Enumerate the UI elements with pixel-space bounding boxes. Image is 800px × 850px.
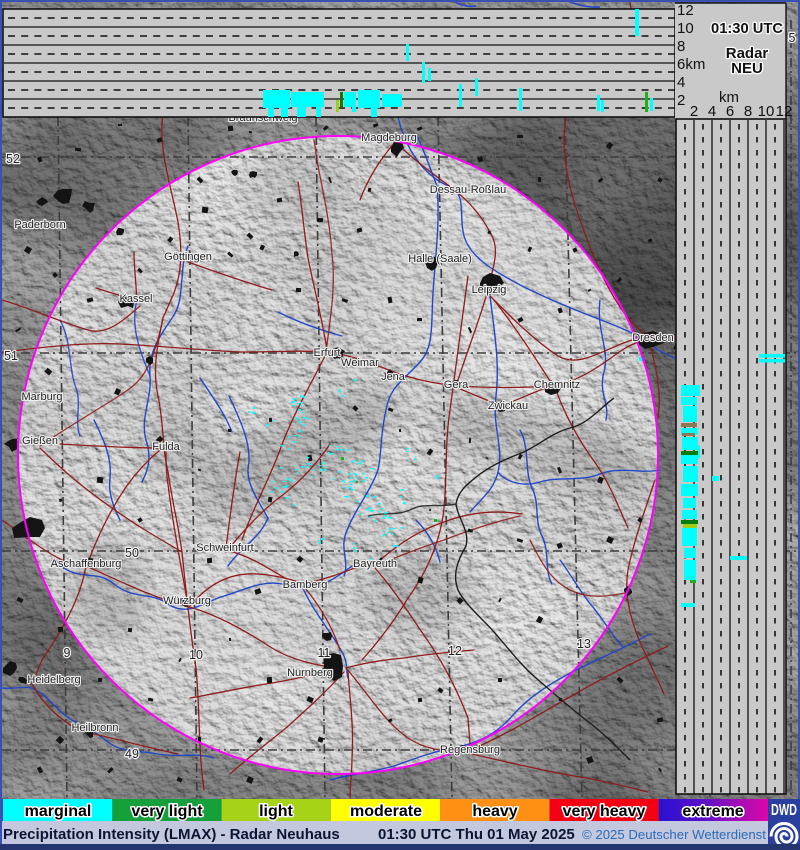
svg-text:marginal: marginal <box>25 803 92 820</box>
svg-text:very light: very light <box>131 803 203 820</box>
svg-text:01:30 UTC Thu 01 May 2025: 01:30 UTC Thu 01 May 2025 <box>378 826 575 843</box>
svg-text:Marburg: Marburg <box>22 391 63 403</box>
svg-text:11: 11 <box>318 646 331 660</box>
svg-text:10: 10 <box>758 103 775 120</box>
svg-text:Dresden: Dresden <box>632 332 674 344</box>
svg-text:Würzburg: Würzburg <box>163 595 211 607</box>
svg-text:12: 12 <box>677 2 694 19</box>
svg-text:Heidelberg: Heidelberg <box>27 674 80 686</box>
svg-text:6: 6 <box>726 103 734 120</box>
svg-text:Fulda: Fulda <box>152 441 180 453</box>
svg-text:Chemnitz: Chemnitz <box>534 379 580 391</box>
svg-text:50: 50 <box>125 546 139 560</box>
svg-text:heavy: heavy <box>472 803 517 820</box>
svg-text:© 2025 Deutscher Wetterdienst: © 2025 Deutscher Wetterdienst <box>582 827 766 842</box>
svg-text:12: 12 <box>776 103 793 120</box>
svg-text:4: 4 <box>677 74 685 91</box>
svg-text:5: 5 <box>789 31 796 45</box>
svg-text:13: 13 <box>577 637 591 651</box>
svg-text:Heilbronn: Heilbronn <box>71 722 118 734</box>
svg-text:Erfurt: Erfurt <box>314 347 341 359</box>
svg-text:52: 52 <box>6 152 20 166</box>
svg-text:Nürnberg: Nürnberg <box>287 667 333 679</box>
svg-text:Jena: Jena <box>381 371 406 383</box>
svg-text:Paderborn: Paderborn <box>14 219 65 231</box>
svg-text:8: 8 <box>744 103 752 120</box>
svg-text:6km: 6km <box>677 56 705 73</box>
svg-text:Leipzig: Leipzig <box>472 284 507 296</box>
svg-text:Weimar: Weimar <box>341 357 379 369</box>
svg-text:Dessau-Roßlau: Dessau-Roßlau <box>430 184 506 196</box>
svg-text:Schweinfurt: Schweinfurt <box>196 542 253 554</box>
svg-text:Bayreuth: Bayreuth <box>353 558 397 570</box>
svg-text:Bamberg: Bamberg <box>283 579 328 591</box>
svg-text:2: 2 <box>677 92 685 109</box>
svg-text:extreme: extreme <box>682 803 743 820</box>
svg-text:Magdeburg: Magdeburg <box>361 132 417 144</box>
svg-text:very heavy: very heavy <box>563 803 646 820</box>
svg-text:DWD: DWD <box>771 802 797 819</box>
svg-text:light: light <box>259 803 293 820</box>
svg-text:4: 4 <box>708 103 716 120</box>
svg-text:Halle (Saale): Halle (Saale) <box>408 253 472 265</box>
svg-text:Kassel: Kassel <box>119 293 152 305</box>
svg-text:10: 10 <box>189 648 203 662</box>
svg-text:2: 2 <box>690 103 698 120</box>
svg-text:Gera: Gera <box>444 379 469 391</box>
svg-text:12: 12 <box>448 644 462 658</box>
svg-text:Zwickau: Zwickau <box>488 400 528 412</box>
svg-text:10: 10 <box>677 20 694 37</box>
svg-text:49: 49 <box>125 747 139 761</box>
svg-text:moderate: moderate <box>350 803 422 820</box>
svg-text:Precipitation Intensity (LMAX): Precipitation Intensity (LMAX) - Radar N… <box>3 826 340 843</box>
svg-text:51: 51 <box>4 349 18 363</box>
svg-text:Göttingen: Göttingen <box>164 251 212 263</box>
svg-text:Regensburg: Regensburg <box>440 744 500 756</box>
svg-text:8: 8 <box>677 38 685 55</box>
svg-text:NEU: NEU <box>731 60 763 77</box>
svg-text:Aschaffenburg: Aschaffenburg <box>51 558 122 570</box>
svg-text:9: 9 <box>64 646 71 660</box>
svg-text:01:30 UTC: 01:30 UTC <box>711 20 783 37</box>
svg-text:Gießen: Gießen <box>22 435 58 447</box>
